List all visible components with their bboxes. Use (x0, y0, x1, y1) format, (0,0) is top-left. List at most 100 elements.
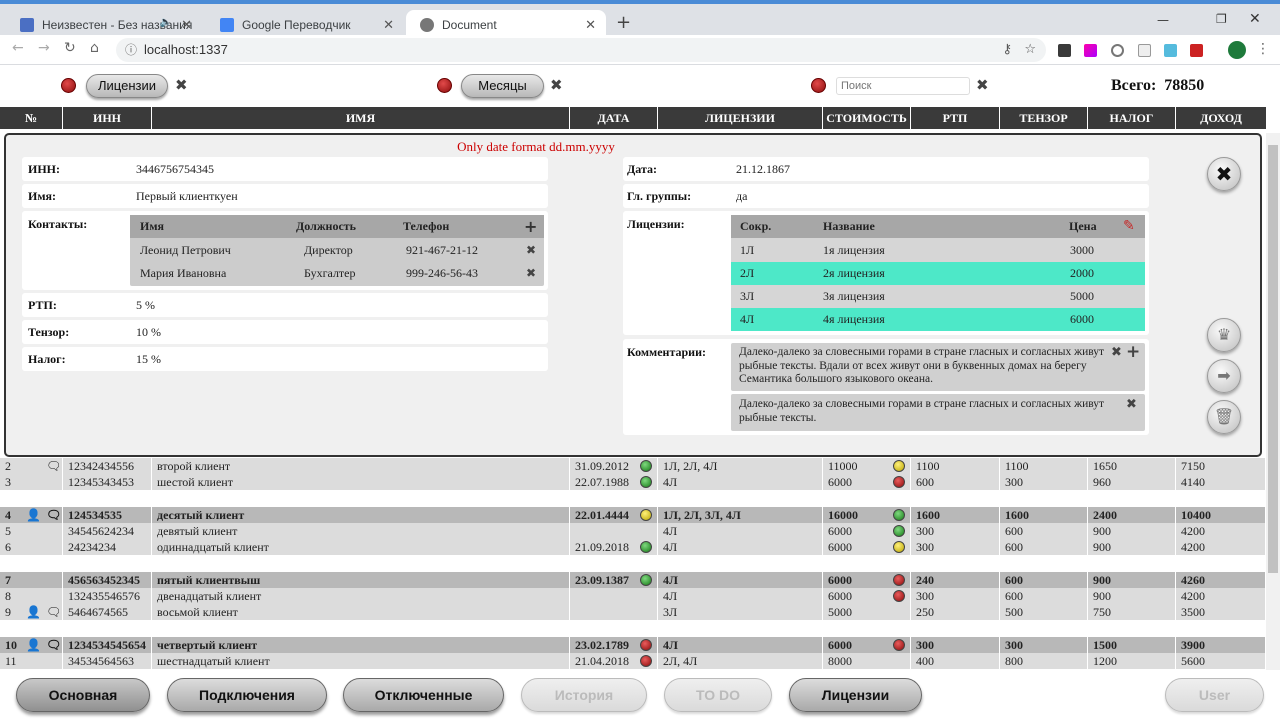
url-field[interactable]: ⓘ localhost:1337 ⚷ ☆ (116, 38, 1046, 62)
tax-field[interactable]: Налог: 15 % (22, 347, 548, 371)
col-date[interactable]: ДАТА (570, 107, 658, 129)
crown-icon[interactable]: ♛ (1207, 318, 1241, 352)
message-icon[interactable]: 🗨 (46, 459, 61, 473)
col-tensor[interactable]: ТЕНЗОР (1000, 107, 1088, 129)
comment-item[interactable]: Далеко-далеко за словесными горами в стр… (731, 394, 1145, 431)
contact-row[interactable]: Мария Ивановна Бухгалтер 999-246-56-43 ✖ (130, 262, 544, 285)
close-icon[interactable]: ✕ (181, 17, 192, 33)
back-icon[interactable]: ← (12, 40, 24, 56)
history-button[interactable]: История (521, 678, 647, 712)
table-header: № ИНН ИМЯ ДАТА ЛИЦЕНЗИИ СТОИМОСТЬ РТП ТЕ… (0, 107, 1266, 129)
license-row[interactable]: 1Л 1я лицензия 3000 (731, 239, 1145, 262)
message-icon[interactable]: 🗨 (46, 605, 61, 619)
cell-rtp: 300 (911, 588, 1000, 604)
col-name[interactable]: ИМЯ (152, 107, 570, 129)
user-icon[interactable]: 👤 (26, 605, 41, 619)
col-rtp[interactable]: РТП (911, 107, 1000, 129)
col-tax[interactable]: НАЛОГ (1088, 107, 1176, 129)
table-row[interactable]: 8 132435546576 двенадцатый клиент 4Л 6000 300… (0, 588, 1266, 604)
extension-icon[interactable] (1138, 44, 1151, 57)
forward-icon[interactable]: → (38, 40, 50, 56)
table-row[interactable]: 6 24234234 одиннадцатый клиент 21.09.2018 4Л… (0, 539, 1266, 555)
col-inn[interactable]: ИНН (63, 107, 152, 129)
export-icon[interactable]: ➡ (1207, 359, 1241, 393)
search-input[interactable] (836, 77, 970, 95)
home-icon[interactable]: ⌂ (90, 40, 99, 56)
delete-contact-icon[interactable]: ✖ (526, 262, 536, 285)
date-field[interactable]: Дата: 21.12.1867 (623, 157, 1149, 181)
col-income[interactable]: ДОХОД (1176, 107, 1266, 129)
trash-icon[interactable]: 🗑 (1207, 400, 1241, 434)
col-cost[interactable]: СТОИМОСТЬ (823, 107, 911, 129)
extension-icon[interactable] (1084, 44, 1097, 57)
close-detail-button[interactable]: ✖ (1207, 157, 1241, 191)
extension-icon[interactable] (1111, 44, 1124, 57)
months-led-icon (437, 78, 452, 93)
licenses-table: Сокр. Название Цена ✎ 1Л 1я лицензия 3000 2… (731, 215, 1145, 331)
extension-icon[interactable] (1058, 44, 1071, 57)
inn-field[interactable]: ИНН: 3446756754345 (22, 157, 548, 181)
cell-inn: 12342434556 (63, 458, 152, 474)
connections-button[interactable]: Подключения (167, 678, 327, 712)
lic-col-price: Цена (1069, 219, 1097, 233)
star-icon[interactable]: ☆ (1024, 38, 1036, 62)
delete-contact-icon[interactable]: ✖ (526, 239, 536, 262)
rtp-label: РТП: (28, 298, 57, 312)
tensor-field[interactable]: Тензор: 10 % (22, 320, 548, 344)
comment-item[interactable]: Далеко-далеко за словесными горами в стр… (731, 342, 1145, 391)
delete-comment-icon[interactable]: ✖ (1111, 345, 1122, 360)
main-button[interactable]: Основная (16, 678, 150, 712)
new-tab-icon[interactable]: + (616, 12, 631, 33)
minimize-icon[interactable]: — (1157, 13, 1169, 27)
close-icon[interactable]: ✕ (585, 17, 596, 33)
name-field[interactable]: Имя: Первый клиенткуен (22, 184, 548, 208)
extension-icon[interactable] (1190, 44, 1203, 57)
col-number[interactable]: № (0, 107, 63, 129)
add-contact-icon[interactable]: + (524, 215, 537, 238)
table-row[interactable]: 9 5464674565 восьмой клиент 3Л 5000 250 500 750… (0, 604, 1266, 620)
table-row[interactable]: 3 12345343453 шестой клиент 22.07.1988 4Л 600… (0, 474, 1266, 490)
table-row[interactable]: 2 12342434556 второй клиент 31.09.2012 1Л, 2… (0, 458, 1266, 474)
group-field[interactable]: Гл. группы: да (623, 184, 1149, 208)
message-icon[interactable]: 🗨 (46, 638, 61, 652)
table-row[interactable]: 11 34534564563 шестнадцатый клиент 21.04.20… (0, 653, 1266, 669)
user-button[interactable]: User (1165, 678, 1264, 712)
license-row[interactable]: 3Л 3я лицензия 5000 (731, 285, 1145, 308)
extension-icon[interactable] (1164, 44, 1177, 57)
user-icon[interactable]: 👤 (26, 638, 41, 652)
licenses-button[interactable]: Лицензии (789, 678, 922, 712)
window-close-icon[interactable]: ✕ (1249, 11, 1261, 27)
license-short: 3Л (740, 289, 755, 303)
restore-icon[interactable]: ❐ (1216, 12, 1227, 26)
clear-licenses-icon[interactable]: ✖ (175, 76, 188, 94)
delete-comment-icon[interactable]: ✖ (1126, 397, 1137, 412)
contacts-field: Контакты: Имя Должность Телефон + Леонид… (22, 211, 548, 290)
table-row[interactable]: 4 124534535 десятый клиент 22.01.4444 1Л, 2Л… (0, 507, 1266, 523)
contact-row[interactable]: Леонид Петрович Директор 921-467-21-12 ✖ (130, 239, 544, 262)
message-icon[interactable]: 🗨 (46, 508, 61, 522)
licenses-filter-button[interactable]: Лицензии (86, 74, 168, 98)
close-icon[interactable]: ✕ (383, 17, 394, 33)
cell-lic: 4Л (658, 523, 823, 539)
edit-pencil-icon[interactable]: ✎ (1123, 215, 1135, 238)
table-row[interactable]: 10 1234534545654 четвертый клиент 23.02.178… (0, 637, 1266, 653)
table-row[interactable]: 5 34545624234 девятый клиент 4Л 6000 300 600 90… (0, 523, 1266, 539)
license-row[interactable]: 2Л 2я лицензия 2000 (731, 262, 1145, 285)
clear-search-icon[interactable]: ✖ (976, 76, 989, 94)
todo-button[interactable]: TO DO (664, 678, 772, 712)
add-comment-icon[interactable]: + (1126, 342, 1140, 362)
table-row[interactable]: 7 456563452345 пятый клиентвыш 23.09.1387 4Л… (0, 572, 1266, 588)
scrollbar-thumb[interactable] (1268, 145, 1278, 573)
user-icon[interactable]: 👤 (26, 508, 41, 522)
col-licenses[interactable]: ЛИЦЕНЗИИ (658, 107, 823, 129)
key-icon[interactable]: ⚷ (1002, 38, 1012, 62)
months-filter-button[interactable]: Месяцы (461, 74, 544, 98)
reload-icon[interactable]: ↻ (64, 40, 76, 56)
license-row[interactable]: 4Л 4я лицензия 6000 (731, 308, 1145, 331)
menu-icon[interactable]: ⋮ (1256, 41, 1270, 57)
rtp-field[interactable]: РТП: 5 % (22, 293, 548, 317)
disconnected-button[interactable]: Отключенные (343, 678, 504, 712)
clear-months-icon[interactable]: ✖ (550, 76, 563, 94)
profile-avatar[interactable] (1228, 41, 1246, 59)
cell-rtp: 300 (911, 523, 1000, 539)
